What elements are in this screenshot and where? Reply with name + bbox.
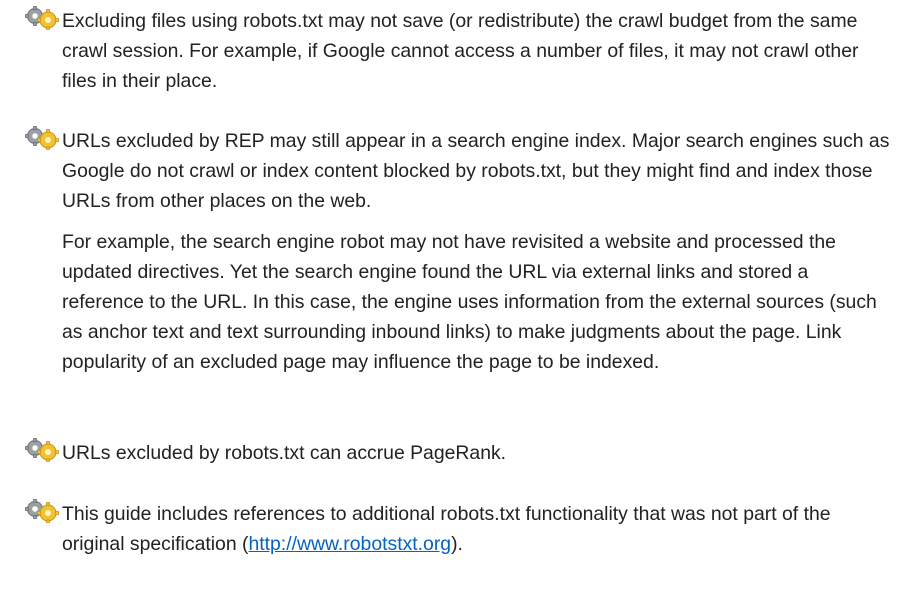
note-item: URLs excluded by robots.txt can accrue P…	[0, 438, 913, 468]
note-text: Excluding files using robots.txt may not…	[62, 10, 859, 92]
note-item: Excluding files using robots.txt may not…	[0, 6, 913, 96]
note-text: URLs excluded by robots.txt can accrue P…	[62, 442, 507, 464]
robotstxt-link[interactable]: http://www.robotstxt.org	[248, 533, 451, 555]
gears-icon	[25, 438, 59, 462]
note-item: This guide includes references to additi…	[0, 499, 913, 559]
note-continuation-text: For example, the search engine robot may…	[62, 231, 877, 373]
note-text-after-link: ).	[451, 533, 463, 555]
note-text: URLs excluded by REP may still appear in…	[62, 130, 890, 212]
gears-icon	[25, 126, 59, 150]
note-text: This guide includes references to additi…	[62, 499, 893, 559]
note-item: URLs excluded by REP may still appear in…	[0, 126, 913, 216]
gears-icon	[25, 6, 59, 30]
document-page: Excluding files using robots.txt may not…	[0, 0, 913, 592]
note-continuation: For example, the search engine robot may…	[0, 227, 913, 377]
gears-icon	[25, 499, 59, 523]
